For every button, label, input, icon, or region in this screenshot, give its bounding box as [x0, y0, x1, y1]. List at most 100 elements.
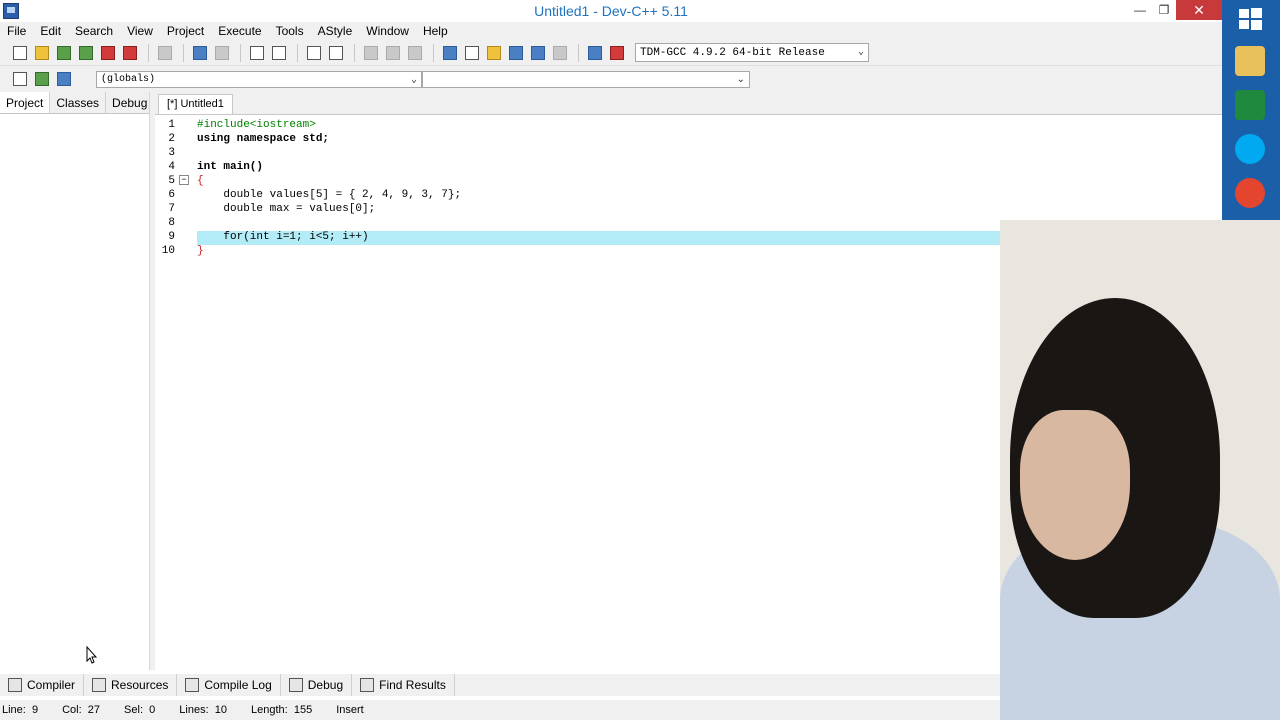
tab-debug[interactable]: Debug [106, 92, 155, 113]
file-explorer-icon[interactable] [1235, 46, 1265, 76]
status-length: Length: 155 [251, 704, 312, 716]
line-text: { [197, 175, 204, 187]
tile-icon [487, 45, 501, 60]
toggle-bookmark-button[interactable] [32, 69, 52, 89]
tab-resources[interactable]: Resources [84, 674, 178, 696]
project-panel: Project Classes Debug [0, 92, 155, 670]
class-select-value: (globals) [101, 73, 156, 85]
close-all-button[interactable] [120, 43, 140, 63]
tile-button[interactable] [484, 43, 504, 63]
code-line: 3 [155, 147, 1222, 161]
chevron-down-icon: ⌄ [857, 47, 864, 58]
skype-icon[interactable] [1235, 134, 1265, 164]
menu-view[interactable]: View [120, 24, 160, 38]
menu-execute[interactable]: Execute [211, 24, 268, 38]
tab-compiler[interactable]: Compiler [0, 674, 85, 696]
goto-button[interactable] [405, 43, 425, 63]
back-button[interactable] [361, 43, 381, 63]
menu-project[interactable]: Project [160, 24, 211, 38]
menu-search[interactable]: Search [68, 24, 120, 38]
status-lines-label: Lines: [179, 704, 209, 716]
line-number: 3 [168, 147, 175, 159]
status-line-value: 9 [31, 704, 39, 716]
title-bar: Untitled1 - Dev-C++ 5.11 — ❐ ✕ [0, 0, 1222, 22]
windows-start-icon[interactable] [1235, 4, 1265, 34]
toolbar-divider [354, 43, 355, 62]
profile-button[interactable] [585, 43, 605, 63]
tab-label: Compile Log [204, 678, 272, 692]
compile-grid-button[interactable] [506, 43, 526, 63]
find-button[interactable] [247, 43, 267, 63]
indent-button[interactable] [304, 43, 324, 63]
unindent-button[interactable] [326, 43, 346, 63]
line-number: 4 [168, 161, 175, 173]
tab-debug-output[interactable]: Debug [281, 674, 353, 696]
tab-label: Resources [111, 678, 169, 692]
replace-button[interactable] [269, 43, 289, 63]
chrome-icon[interactable] [1235, 178, 1265, 208]
debug-button[interactable] [607, 43, 627, 63]
new-project-button[interactable] [440, 43, 460, 63]
forward-icon [386, 45, 400, 60]
project-tree[interactable] [0, 114, 149, 670]
compiler-icon [8, 678, 22, 692]
indent-icon [307, 45, 321, 60]
close-file-button[interactable] [98, 43, 118, 63]
excel-icon[interactable] [1235, 90, 1265, 120]
function-select[interactable]: ⌄ [422, 70, 750, 88]
windows-taskbar [1222, 0, 1280, 220]
save-button[interactable] [54, 43, 74, 63]
undo-button[interactable] [190, 43, 210, 63]
tab-untitled1[interactable]: [*] Untitled1 [158, 94, 233, 114]
line-number: 7 [168, 203, 175, 215]
menu-window[interactable]: Window [359, 24, 416, 38]
main-toolbar: TDM-GCC 4.9.2 64-bit Release ⌄ [0, 40, 1222, 66]
full-screen-button[interactable] [462, 43, 482, 63]
insert-button[interactable] [10, 69, 30, 89]
forward-button[interactable] [383, 43, 403, 63]
save-all-icon [79, 45, 93, 60]
menu-astyle[interactable]: AStyle [311, 24, 360, 38]
line-number: 8 [168, 217, 175, 229]
open-button[interactable] [32, 43, 52, 63]
print-button[interactable] [155, 43, 175, 63]
close-all-icon [123, 45, 137, 60]
tab-label: Compiler [27, 678, 76, 692]
line-number: 5 [168, 175, 175, 187]
stop-button[interactable] [550, 43, 570, 63]
save-all-button[interactable] [76, 43, 96, 63]
menu-help[interactable]: Help [416, 24, 455, 38]
check-syntax-button[interactable] [528, 43, 548, 63]
resources-icon [92, 678, 107, 692]
new-file-button[interactable] [10, 43, 30, 63]
find-results-icon [360, 678, 375, 692]
chevron-down-icon: ⌄ [736, 73, 745, 85]
goto-icon [408, 45, 422, 60]
secondary-toolbar: (globals) ⌄ ⌄ [0, 66, 1222, 92]
toolbar-divider [240, 43, 241, 62]
status-col-value: 27 [87, 704, 101, 716]
tab-project[interactable]: Project [0, 92, 51, 113]
menu-tools[interactable]: Tools [269, 24, 311, 38]
restore-button[interactable]: ❐ [1152, 0, 1176, 20]
compiler-select[interactable]: TDM-GCC 4.9.2 64-bit Release ⌄ [635, 43, 869, 62]
class-select[interactable]: (globals) ⌄ [96, 70, 422, 88]
chart-icon [588, 45, 602, 60]
devcpp-app-icon [3, 3, 19, 19]
tab-classes[interactable]: Classes [50, 92, 107, 113]
toolbar-divider [148, 43, 149, 62]
replace-icon [272, 45, 286, 60]
code-line: 1 #include<iostream> [155, 119, 1222, 133]
code-line: 2 using namespace std; [155, 133, 1222, 147]
redo-button[interactable] [212, 43, 232, 63]
tab-find-results[interactable]: Find Results [352, 674, 455, 696]
bookmark-icon [35, 72, 49, 86]
menu-file[interactable]: File [0, 24, 33, 38]
close-button[interactable]: ✕ [1176, 0, 1222, 20]
minimize-button[interactable]: — [1128, 0, 1152, 20]
goto-bookmark-button[interactable] [54, 69, 74, 89]
fold-toggle-icon[interactable]: − [179, 175, 189, 185]
code-line: 5 − { [155, 175, 1222, 189]
menu-edit[interactable]: Edit [33, 24, 68, 38]
tab-compile-log[interactable]: Compile Log [177, 674, 281, 696]
